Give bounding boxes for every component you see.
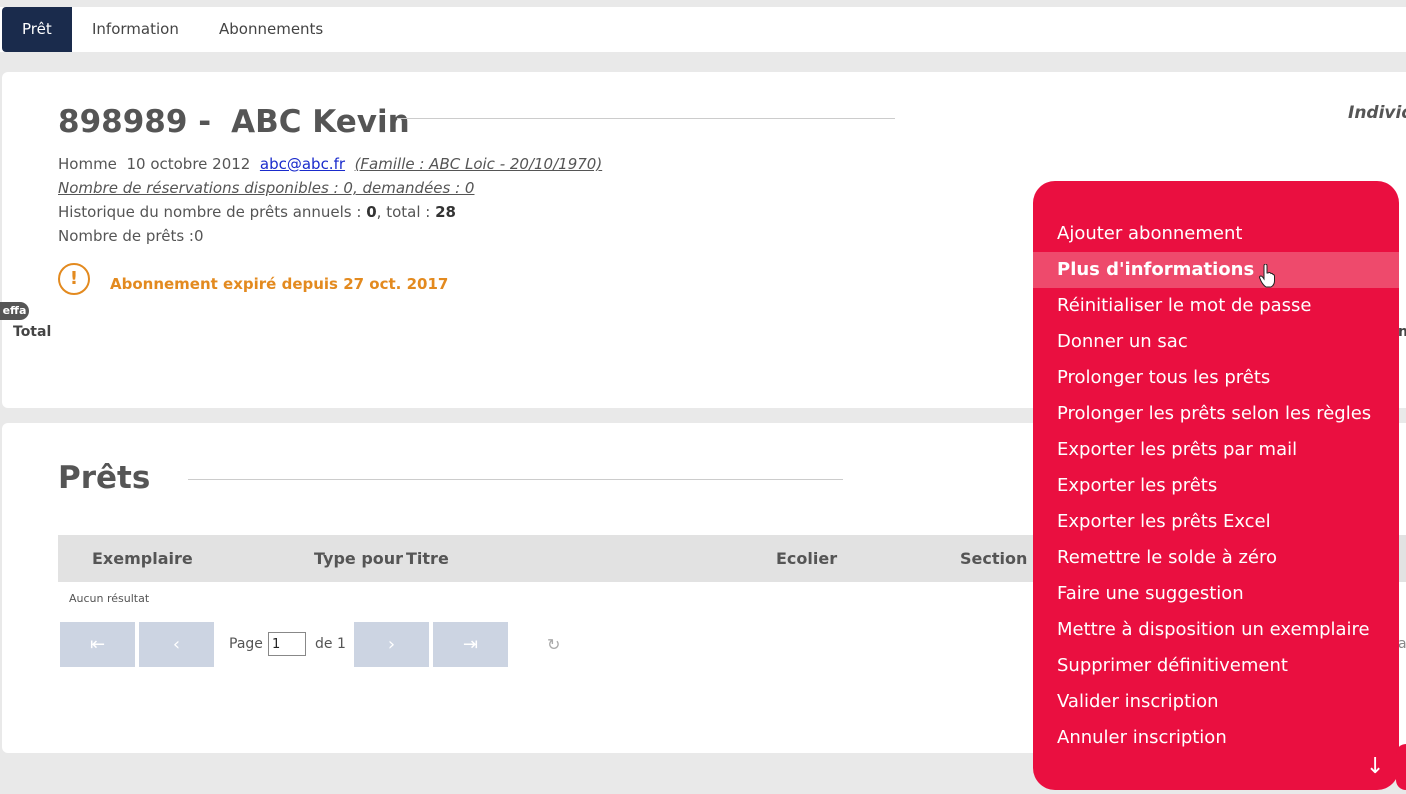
loan-history-mid: , total : xyxy=(376,203,436,221)
title-divider xyxy=(397,118,895,119)
menu-exporter-mail[interactable]: Exporter les prêts par mail xyxy=(1033,432,1399,468)
menu-mettre-disposition[interactable]: Mettre à disposition un exemplaire xyxy=(1033,612,1399,648)
tab-pret[interactable]: Prêt xyxy=(2,7,72,52)
menu-exporter-prets[interactable]: Exporter les prêts xyxy=(1033,468,1399,504)
menu-donner-sac[interactable]: Donner un sac xyxy=(1033,324,1399,360)
loans-title: Prêts xyxy=(58,460,151,496)
scroll-handle[interactable] xyxy=(1396,744,1406,790)
member-type-label: Individ xyxy=(1348,103,1406,123)
next-page-button[interactable]: › xyxy=(354,622,429,667)
menu-valider-inscription[interactable]: Valider inscription xyxy=(1033,684,1399,720)
scroll-down-icon[interactable]: ↓ xyxy=(1366,754,1384,779)
menu-prolonger-tous[interactable]: Prolonger tous les prêts xyxy=(1033,360,1399,396)
prev-page-button[interactable]: ‹ xyxy=(139,622,214,667)
col-ecolier[interactable]: Ecolier xyxy=(776,535,837,582)
tab-bar: Prêt Information Abonnements xyxy=(0,7,1406,52)
tab-abonnements[interactable]: Abonnements xyxy=(219,7,323,52)
menu-exporter-excel[interactable]: Exporter les prêts Excel xyxy=(1033,504,1399,540)
clipped-pager-label: at xyxy=(1398,636,1406,652)
total-label: Total xyxy=(13,324,52,340)
hand-cursor-icon xyxy=(1259,264,1275,288)
menu-annuler-inscription[interactable]: Annuler inscription xyxy=(1033,720,1399,756)
loan-count: Nombre de prêts :0 xyxy=(58,227,204,245)
menu-suggestion[interactable]: Faire une suggestion xyxy=(1033,576,1399,612)
reservations-link[interactable]: Nombre de réservations disponibles : 0, … xyxy=(58,179,474,197)
effa-badge[interactable]: effa xyxy=(0,302,29,320)
birthdate: 10 octobre 2012 xyxy=(126,155,251,173)
menu-ajouter-abonnement[interactable]: Ajouter abonnement xyxy=(1033,216,1399,252)
page-count: de 1 xyxy=(315,636,346,652)
menu-supprimer[interactable]: Supprimer définitivement xyxy=(1033,648,1399,684)
tab-information[interactable]: Information xyxy=(92,7,179,52)
family-link[interactable]: (Famille : ABC Loic - 20/10/1970) xyxy=(355,155,603,173)
col-type-pour[interactable]: Type pour xyxy=(314,535,403,582)
page-input[interactable] xyxy=(268,632,306,656)
last-page-button[interactable]: ⇥ xyxy=(433,622,508,667)
loan-history: Historique du nombre de prêts annuels : … xyxy=(58,203,456,221)
menu-reinitialiser-mot-de-passe[interactable]: Réinitialiser le mot de passe xyxy=(1033,288,1399,324)
empty-result: Aucun résultat xyxy=(69,592,150,605)
menu-remettre-solde[interactable]: Remettre le solde à zéro xyxy=(1033,540,1399,576)
member-details: Homme 10 octobre 2012 abc@abc.fr (Famill… xyxy=(58,155,602,173)
col-exemplaire[interactable]: Exemplaire xyxy=(92,535,193,582)
gender: Homme xyxy=(58,155,117,173)
col-titre[interactable]: Titre xyxy=(406,535,449,582)
loans-divider xyxy=(188,479,843,480)
subscription-warning: Abonnement expiré depuis 27 oct. 2017 xyxy=(110,275,449,293)
member-title: 898989 - ABC Kevin xyxy=(58,104,410,140)
menu-prolonger-regles[interactable]: Prolonger les prêts selon les règles xyxy=(1033,396,1399,432)
member-id: 898989 - xyxy=(58,104,212,140)
first-page-button[interactable]: ⇤ xyxy=(60,622,135,667)
page-label: Page xyxy=(229,636,263,652)
menu-plus-informations[interactable]: Plus d'informations xyxy=(1033,252,1399,288)
member-name: ABC Kevin xyxy=(231,104,410,140)
actions-menu: Ajouter abonnement Plus d'informations R… xyxy=(1033,181,1399,790)
loan-history-label: Historique du nombre de prêts annuels : xyxy=(58,203,367,221)
warning-icon: ! xyxy=(58,263,90,295)
loan-history-total: 28 xyxy=(435,203,456,221)
clipped-label: n xyxy=(1398,324,1406,340)
refresh-icon[interactable]: ↻ xyxy=(547,635,560,654)
col-section[interactable]: Section xyxy=(960,535,1027,582)
email-link[interactable]: abc@abc.fr xyxy=(260,155,345,173)
loan-history-annual: 0 xyxy=(366,203,377,221)
